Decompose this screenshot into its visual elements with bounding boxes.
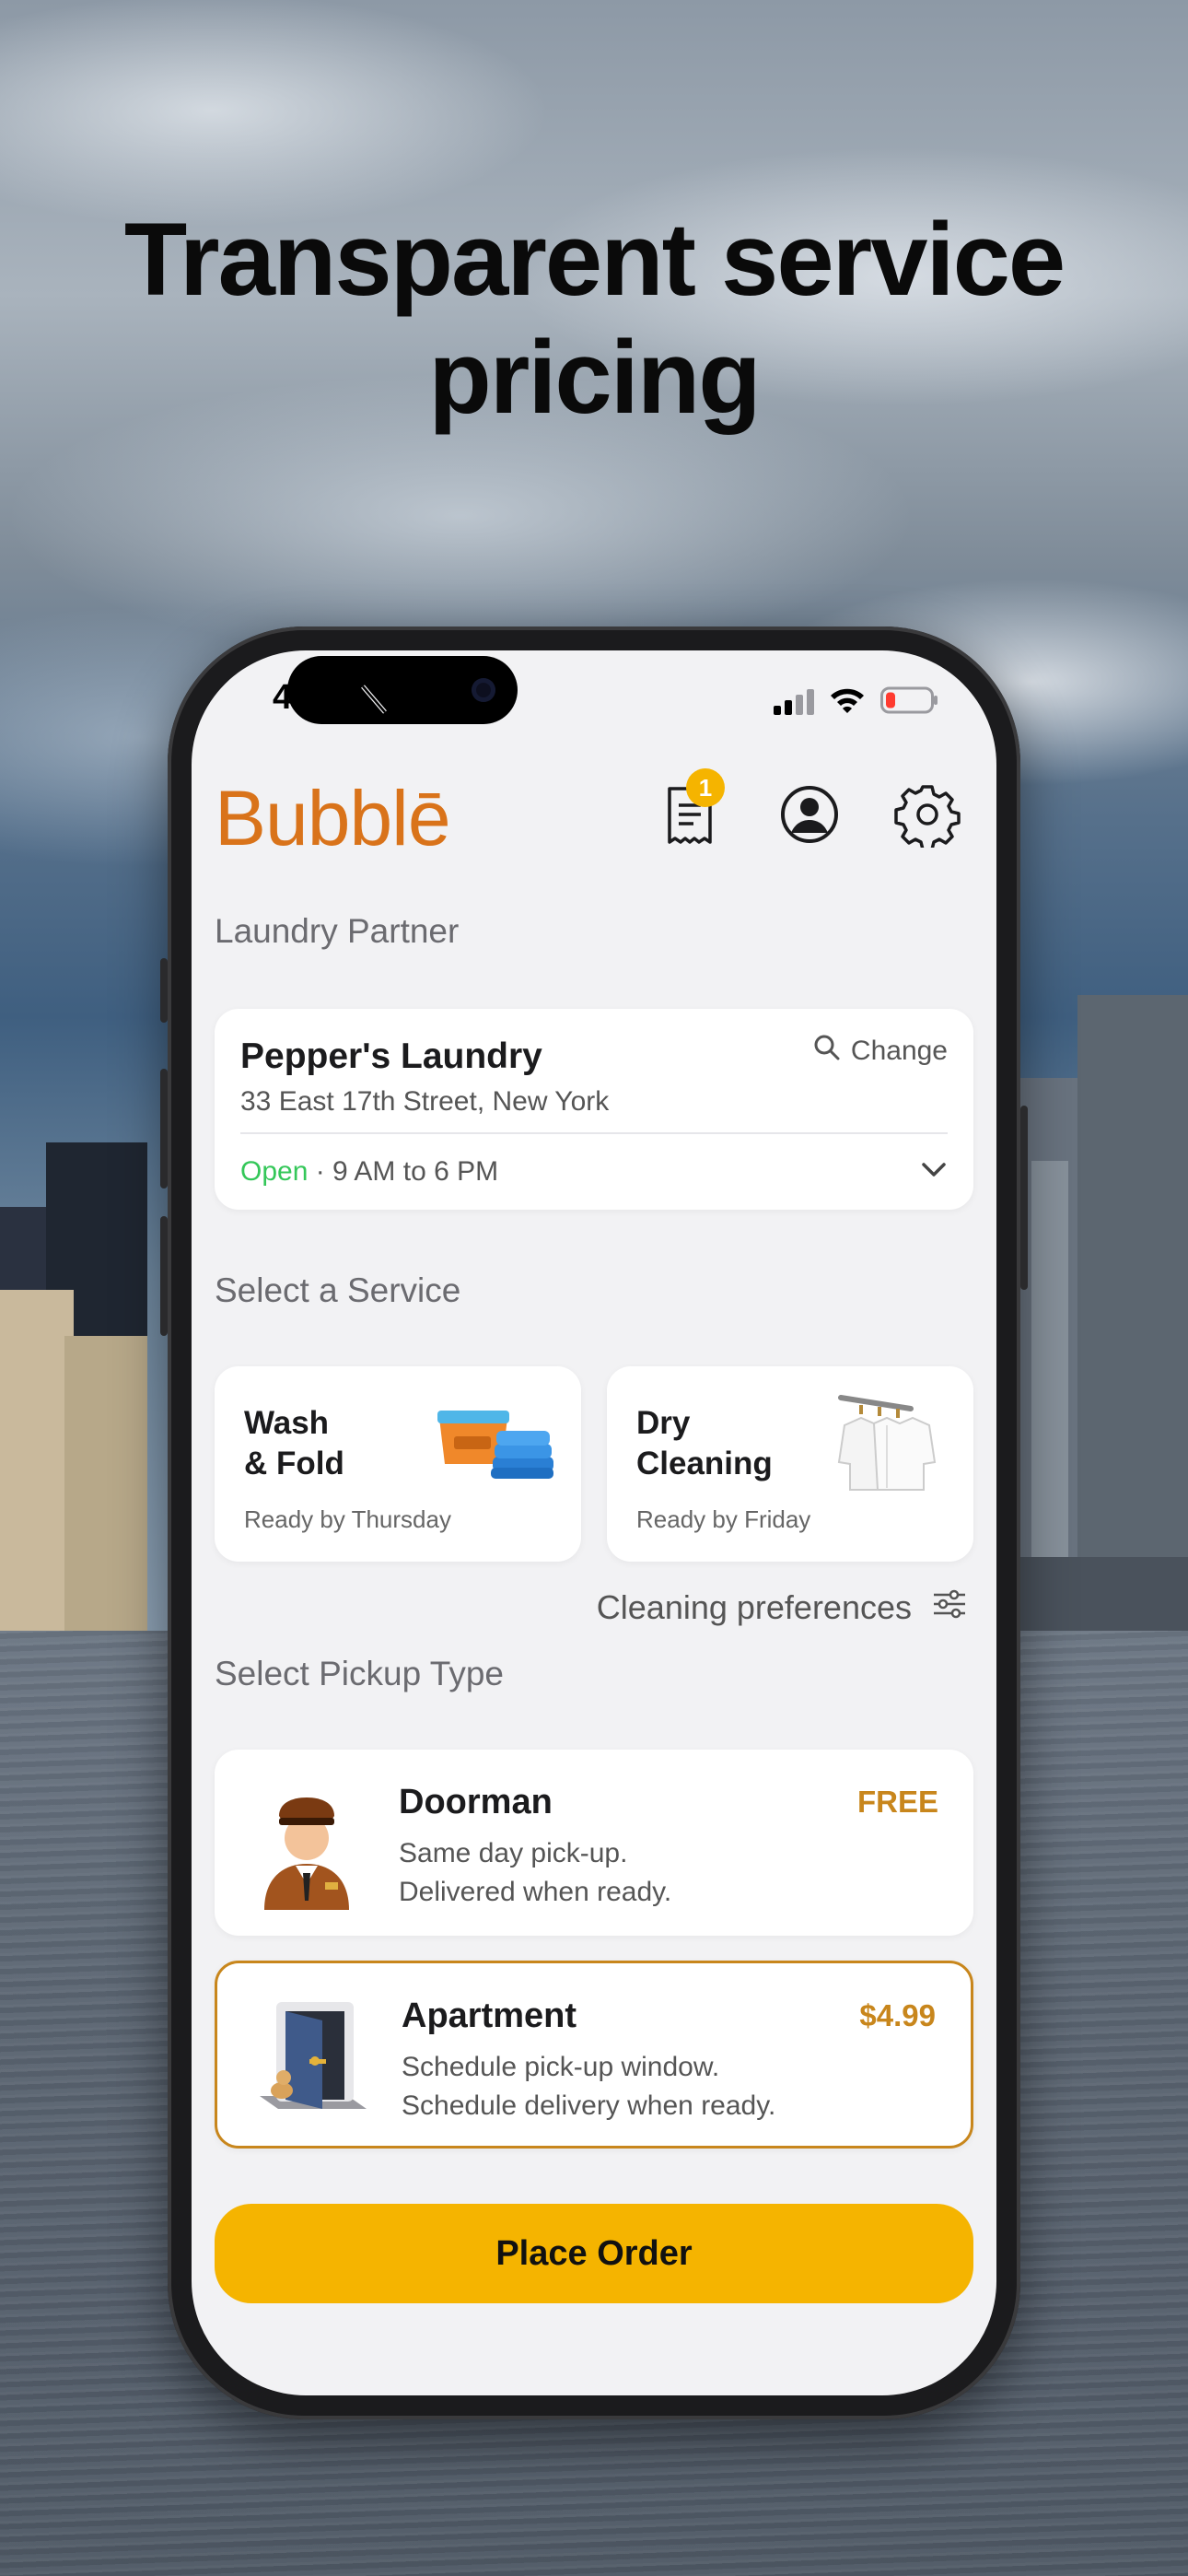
service-ready: Ready by Friday (636, 1505, 811, 1533)
headline-line-2: pricing (428, 320, 761, 435)
pickup-description-line-2: Schedule delivery when ready. (402, 2090, 776, 2121)
app-logo: Bubblē (215, 775, 451, 861)
partner-address: 33 East 17th Street, New York (240, 1086, 610, 1117)
doorman-icon (251, 1781, 362, 1910)
chevron-down-icon[interactable] (920, 1160, 948, 1185)
change-partner-button[interactable]: Change (812, 1033, 948, 1070)
service-ready: Ready by Thursday (244, 1505, 451, 1533)
pickup-description-line-1: Same day pick-up. (399, 1838, 628, 1868)
headline-line-1: Transparent service (123, 202, 1066, 317)
bell-slash-icon (359, 684, 389, 720)
battery-low-icon (880, 685, 939, 720)
pickup-price: $4.99 (859, 1998, 936, 2032)
hours-text: · 9 AM to 6 PM (308, 1156, 499, 1187)
pickup-description-line-2: Delivered when ready. (399, 1877, 672, 1907)
partner-name: Pepper's Laundry (240, 1036, 542, 1076)
apartment-door-icon (254, 1995, 367, 2124)
partner-card[interactable]: Pepper's Laundry 33 East 17th Street, Ne… (215, 1009, 973, 1210)
pickup-option-apartment[interactable]: Apartment $4.99 Schedule pick-up window.… (215, 1961, 973, 2149)
sliders-icon (932, 1588, 967, 1627)
headline: Transparent service pricing (0, 201, 1188, 437)
shirts-on-hangers-icon (837, 1392, 938, 1498)
preferences-label: Cleaning preferences (596, 1588, 912, 1626)
cleaning-preferences-button[interactable]: Cleaning preferences (597, 1588, 967, 1627)
status-time: 4:38 (273, 678, 344, 717)
select-service-title: Select a Service (215, 1271, 461, 1309)
pickup-name: Doorman (399, 1783, 553, 1821)
place-order-button[interactable]: Place Order (215, 2204, 973, 2303)
open-status: Open (240, 1156, 309, 1187)
pickup-description-line-1: Schedule pick-up window. (402, 2052, 720, 2082)
partner-hours: Open · 9 AM to 6 PM (240, 1156, 498, 1188)
pickup-option-doorman[interactable]: Doorman FREE Same day pick-up. Delivered… (215, 1750, 973, 1936)
receipt-badge: 1 (686, 768, 725, 807)
signal-icon (774, 689, 814, 720)
service-name: Dry Cleaning (636, 1405, 773, 1481)
service-card-wash-fold[interactable]: Wash & Fold Ready by Thursday (215, 1366, 581, 1562)
service-name: Wash & Fold (244, 1405, 344, 1481)
wifi-icon (829, 685, 866, 720)
profile-icon[interactable] (776, 781, 843, 848)
divider (240, 1132, 948, 1134)
gear-icon[interactable] (894, 781, 961, 851)
select-pickup-title: Select Pickup Type (215, 1655, 504, 1692)
laundry-partner-title: Laundry Partner (215, 912, 460, 950)
service-card-dry-cleaning[interactable]: Dry Cleaning Ready by Friday (607, 1366, 973, 1562)
pickup-price: FREE (856, 1785, 938, 1819)
search-icon (812, 1033, 842, 1070)
laundry-basket-icon (436, 1399, 555, 1487)
pickup-name: Apartment (402, 1996, 577, 2035)
change-label: Change (850, 1036, 948, 1066)
